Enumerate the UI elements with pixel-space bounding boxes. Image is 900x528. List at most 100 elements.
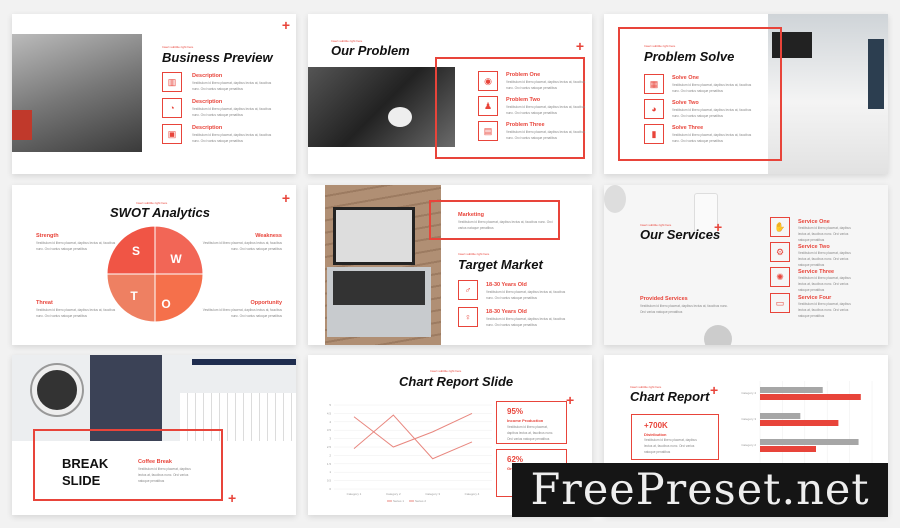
subtitle: Insert subtitle right here xyxy=(458,252,490,256)
plus-icon: + xyxy=(714,219,723,235)
item-text: Vestibulum id libero placerat, dapibus l… xyxy=(192,81,272,91)
item-text: Vestibulum id libero placerat, dapibus l… xyxy=(798,276,851,292)
item-label: Problem Three xyxy=(506,122,545,128)
plus-icon: + xyxy=(228,490,237,506)
item-text: Vestibulum id libero placerat, dapibus l… xyxy=(672,108,752,118)
watermark: FreePreset.net xyxy=(512,463,888,517)
swot-label: Threat xyxy=(36,300,53,306)
item-label: Description xyxy=(192,99,223,105)
y-tick-label: 5 xyxy=(329,403,331,407)
bar xyxy=(760,387,823,393)
laptop-photo xyxy=(325,185,441,345)
y-tick-label: 2.5 xyxy=(327,445,332,449)
break-title-line: BREAK xyxy=(62,456,109,471)
swot-text: Vestibulum id libero placerat, dapibus l… xyxy=(36,308,116,318)
plus-icon: + xyxy=(710,382,719,398)
stat-value: +700K xyxy=(644,421,668,430)
slide-problem-solve[interactable]: Insert subtitle right here Problem Solve… xyxy=(604,14,888,174)
bar xyxy=(760,420,839,426)
subtitle: Insert subtitle right here xyxy=(162,45,194,49)
swot-puzzle: S W T O xyxy=(106,225,204,323)
briefcase-icon: ▤ xyxy=(478,121,498,141)
stat-text: Vestibulum id libero placerat, dapibus l… xyxy=(507,425,554,441)
item-label: Description xyxy=(192,125,223,131)
document-icon: ▮ xyxy=(644,124,664,144)
break-title-line: SLIDE xyxy=(62,473,101,488)
line-chart: 5 4.5 4 3.5 3 2.5 2 1.5 1 0.5 0 Category 1 Category … xyxy=(327,403,492,503)
swot-letter: T xyxy=(130,289,138,303)
break-title: BREAK SLIDE xyxy=(62,455,108,489)
laptop-coffee-photo xyxy=(308,67,455,147)
y-tick-label: 4.5 xyxy=(327,411,332,415)
female-icon: ♀ xyxy=(458,307,478,327)
x-tick-label: Category 2 xyxy=(386,492,401,496)
bar-chart-icon: ▥ xyxy=(162,72,182,92)
subtitle: Insert subtitle right here xyxy=(430,369,462,373)
item-text: Vestibulum id libero placerat, dapibus l… xyxy=(138,467,191,483)
item-label: Solve Two xyxy=(672,100,699,106)
cup-image xyxy=(704,325,732,345)
item-text: Vestibulum id libero placerat, dapibus l… xyxy=(486,317,566,327)
slide-our-services[interactable]: Insert subtitle right here Our Services … xyxy=(604,185,888,345)
item-label: Problem Two xyxy=(506,97,541,103)
stat-text: Vestibulum id libero placerat, dapibus l… xyxy=(644,438,697,454)
y-tick-label: Category 4 xyxy=(741,391,756,395)
item-label: Marketing xyxy=(458,212,484,218)
swot-label: Opportunity xyxy=(250,300,282,306)
item-label: Provided Services xyxy=(640,296,688,302)
legend-label: Series 1 xyxy=(393,499,404,503)
item-text: Vestibulum id libero placerat, dapibus l… xyxy=(506,80,586,90)
y-tick-label: 3 xyxy=(329,437,331,441)
stat-label: Income Production xyxy=(507,418,544,423)
pie-chart-icon: ◔ xyxy=(162,98,182,118)
plus-icon: + xyxy=(566,392,575,408)
slide-our-problem[interactable]: Insert subtitle right here Our Problem +… xyxy=(308,14,592,174)
x-tick-label: Category 3 xyxy=(425,492,440,496)
y-tick-label: 1 xyxy=(329,470,331,474)
slide-title: Our Services xyxy=(640,227,721,242)
y-tick-label: Category 2 xyxy=(741,443,756,447)
item-label: Coffee Break xyxy=(138,459,172,465)
plus-icon: + xyxy=(281,17,290,33)
y-tick-label: 2 xyxy=(329,453,331,457)
item-label: Description xyxy=(192,73,223,79)
slide-title: Problem Solve xyxy=(644,49,735,64)
item-text: Vestibulum id libero placerat, dapibus l… xyxy=(458,220,553,230)
bar xyxy=(760,439,859,445)
item-text: Vestibulum id libero placerat, dapibus l… xyxy=(798,251,851,267)
item-text: Vestibulum id libero placerat, dapibus l… xyxy=(798,302,851,318)
slide-swot[interactable]: + Insert subtitle right here SWOT Analyt… xyxy=(12,185,296,345)
item-text: Vestibulum id libero placerat, dapibus l… xyxy=(640,304,728,314)
x-tick-label: Category 4 xyxy=(465,492,480,496)
presentation-icon: ▣ xyxy=(162,124,182,144)
office-photo xyxy=(12,34,142,152)
item-label: 18-30 Years Old xyxy=(486,309,527,315)
male-icon: ♂ xyxy=(458,280,478,300)
item-label: Solve One xyxy=(672,75,699,81)
item-text: Vestibulum id libero placerat, dapibus l… xyxy=(192,133,272,143)
item-text: Vestibulum id libero placerat, dapibus l… xyxy=(506,105,586,115)
slide-target-market[interactable]: Marketing Vestibulum id libero placerat,… xyxy=(308,185,592,345)
clipboard-icon: ▦ xyxy=(644,74,664,94)
item-text: Vestibulum id libero placerat, dapibus l… xyxy=(798,226,851,242)
slide-title: Chart Report xyxy=(630,389,710,404)
swot-text: Vestibulum id libero placerat, dapibus l… xyxy=(202,241,282,251)
y-tick-label: 0 xyxy=(329,487,331,491)
slide-break[interactable]: BREAK SLIDE Coffee Break Vestibulum id li… xyxy=(12,355,296,515)
meeting-photo xyxy=(768,14,888,174)
monitor-icon: ▭ xyxy=(770,293,790,313)
item-text: Vestibulum id libero placerat, dapibus l… xyxy=(506,130,586,140)
slide-business-preview[interactable]: + Insert subtitle right here Business Pr… xyxy=(12,14,296,174)
item-text: Vestibulum id libero placerat, dapibus l… xyxy=(192,107,272,117)
item-label: Solve Three xyxy=(672,125,704,131)
pie-chart-icon: ◕ xyxy=(644,99,664,119)
handshake-icon: ✋ xyxy=(770,217,790,237)
plus-icon: + xyxy=(575,38,584,54)
y-tick-label: 3.5 xyxy=(327,428,332,432)
swot-letter: O xyxy=(161,297,170,311)
bar xyxy=(760,394,861,400)
y-tick-label: Category 3 xyxy=(741,417,756,421)
swot-label: Strength xyxy=(36,233,59,239)
slide-title: Target Market xyxy=(458,257,543,272)
stat-value: 95% xyxy=(507,407,524,416)
